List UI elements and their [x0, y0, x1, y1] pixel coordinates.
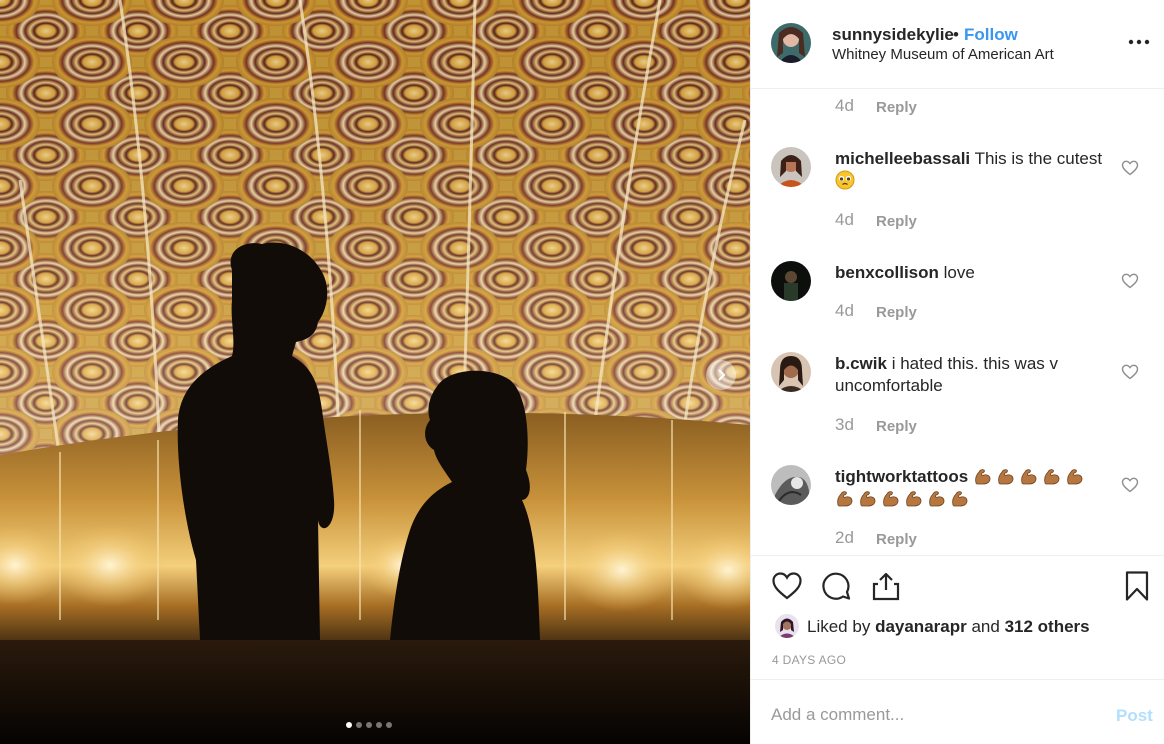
reply-button[interactable]: Reply [876, 213, 917, 230]
commenter-username[interactable]: michelleebassali [835, 149, 970, 168]
comment-input[interactable] [771, 700, 1071, 730]
carousel-dot [356, 722, 362, 728]
comment-time: 3d [835, 415, 854, 434]
like-comment-heart-icon[interactable] [1121, 272, 1139, 290]
photo-artwork [0, 0, 750, 744]
reply-button[interactable]: Reply [876, 531, 917, 548]
comment-composer: Post [751, 679, 1164, 744]
carousel-indicators [346, 722, 392, 728]
share-icon[interactable] [870, 570, 902, 602]
liked-prefix: Liked by [807, 617, 871, 636]
post-actions: Liked by dayanarapr and 312 others 4 DAY… [751, 555, 1164, 679]
post-header: sunnysidekylie • Follow Whitney Museum o… [751, 0, 1164, 89]
liker-avatar[interactable] [775, 614, 799, 638]
comment-time: 4d [835, 96, 854, 115]
chevron-right-icon [718, 369, 726, 381]
flexed-biceps-emoji [860, 491, 876, 507]
flexed-biceps-emoji [1021, 469, 1037, 485]
follow-button[interactable]: Follow [964, 25, 1018, 45]
commenter-avatar[interactable] [771, 465, 811, 505]
comment-icon[interactable] [820, 570, 852, 602]
like-comment-heart-icon[interactable] [1121, 476, 1139, 494]
commenter-username[interactable]: benxcollison [835, 263, 939, 282]
carousel-dot [366, 722, 372, 728]
liked-user-link[interactable]: dayanarapr [875, 617, 967, 636]
post-photo[interactable] [0, 0, 750, 744]
liked-and: and [971, 617, 1000, 636]
post-side-panel: sunnysidekylie • Follow Whitney Museum o… [750, 0, 1164, 744]
commenter-username[interactable]: b.cwik [835, 354, 887, 373]
like-comment-heart-icon[interactable] [1121, 363, 1139, 381]
bookmark-icon[interactable] [1121, 570, 1153, 602]
author-avatar[interactable] [771, 23, 811, 63]
more-options-icon[interactable] [1128, 34, 1150, 50]
comment-body: michelleebassali This is the cutest [835, 148, 1110, 192]
carousel-next-button[interactable] [706, 360, 736, 390]
comment-text: love [943, 263, 975, 282]
flexed-biceps-emoji [1067, 469, 1083, 485]
header-separator: • [953, 25, 959, 44]
heart-icon[interactable] [771, 570, 803, 602]
comment-body: tightworktattoos [835, 466, 1110, 510]
post-date[interactable]: 4 DAYS AGO [772, 653, 846, 667]
comment-time: 4d [835, 210, 854, 229]
commenter-avatar[interactable] [771, 352, 811, 392]
commenter-username[interactable]: tightworktattoos [835, 467, 968, 486]
commenter-avatar[interactable] [771, 147, 811, 187]
flexed-biceps-emoji [975, 469, 991, 485]
comment-time: 2d [835, 528, 854, 547]
commenter-avatar[interactable] [771, 261, 811, 301]
carousel-dot [386, 722, 392, 728]
post-location[interactable]: Whitney Museum of American Art [832, 46, 1054, 63]
flexed-biceps-emoji [837, 491, 853, 507]
liked-others-link[interactable]: 312 others [1005, 617, 1090, 636]
comments-list[interactable]: 4d Reply michelleebassali This is the cu… [751, 89, 1164, 555]
flexed-biceps-emoji [906, 491, 922, 507]
author-username[interactable]: sunnysidekylie [832, 25, 954, 45]
carousel-dot [376, 722, 382, 728]
flexed-biceps-emoji [1044, 469, 1060, 485]
carousel-dot [346, 722, 352, 728]
reply-button[interactable]: Reply [876, 418, 917, 435]
like-comment-heart-icon[interactable] [1121, 159, 1139, 177]
reply-button[interactable]: Reply [876, 99, 917, 116]
pleading-face-emoji [835, 170, 855, 190]
flexed-biceps-emoji [998, 469, 1014, 485]
reply-button[interactable]: Reply [876, 304, 917, 321]
comment-time: 4d [835, 301, 854, 320]
comment-text: This is the cutest [974, 149, 1103, 168]
flexed-biceps-emoji [952, 491, 968, 507]
likes-summary: Liked by dayanarapr and 312 others [807, 617, 1090, 637]
flexed-biceps-emoji [929, 491, 945, 507]
flexed-biceps-emoji [883, 491, 899, 507]
comment-body: benxcollison love [835, 262, 1110, 284]
comment-body: b.cwik i hated this. this was v uncomfor… [835, 353, 1110, 397]
post-comment-button[interactable]: Post [1116, 706, 1153, 726]
